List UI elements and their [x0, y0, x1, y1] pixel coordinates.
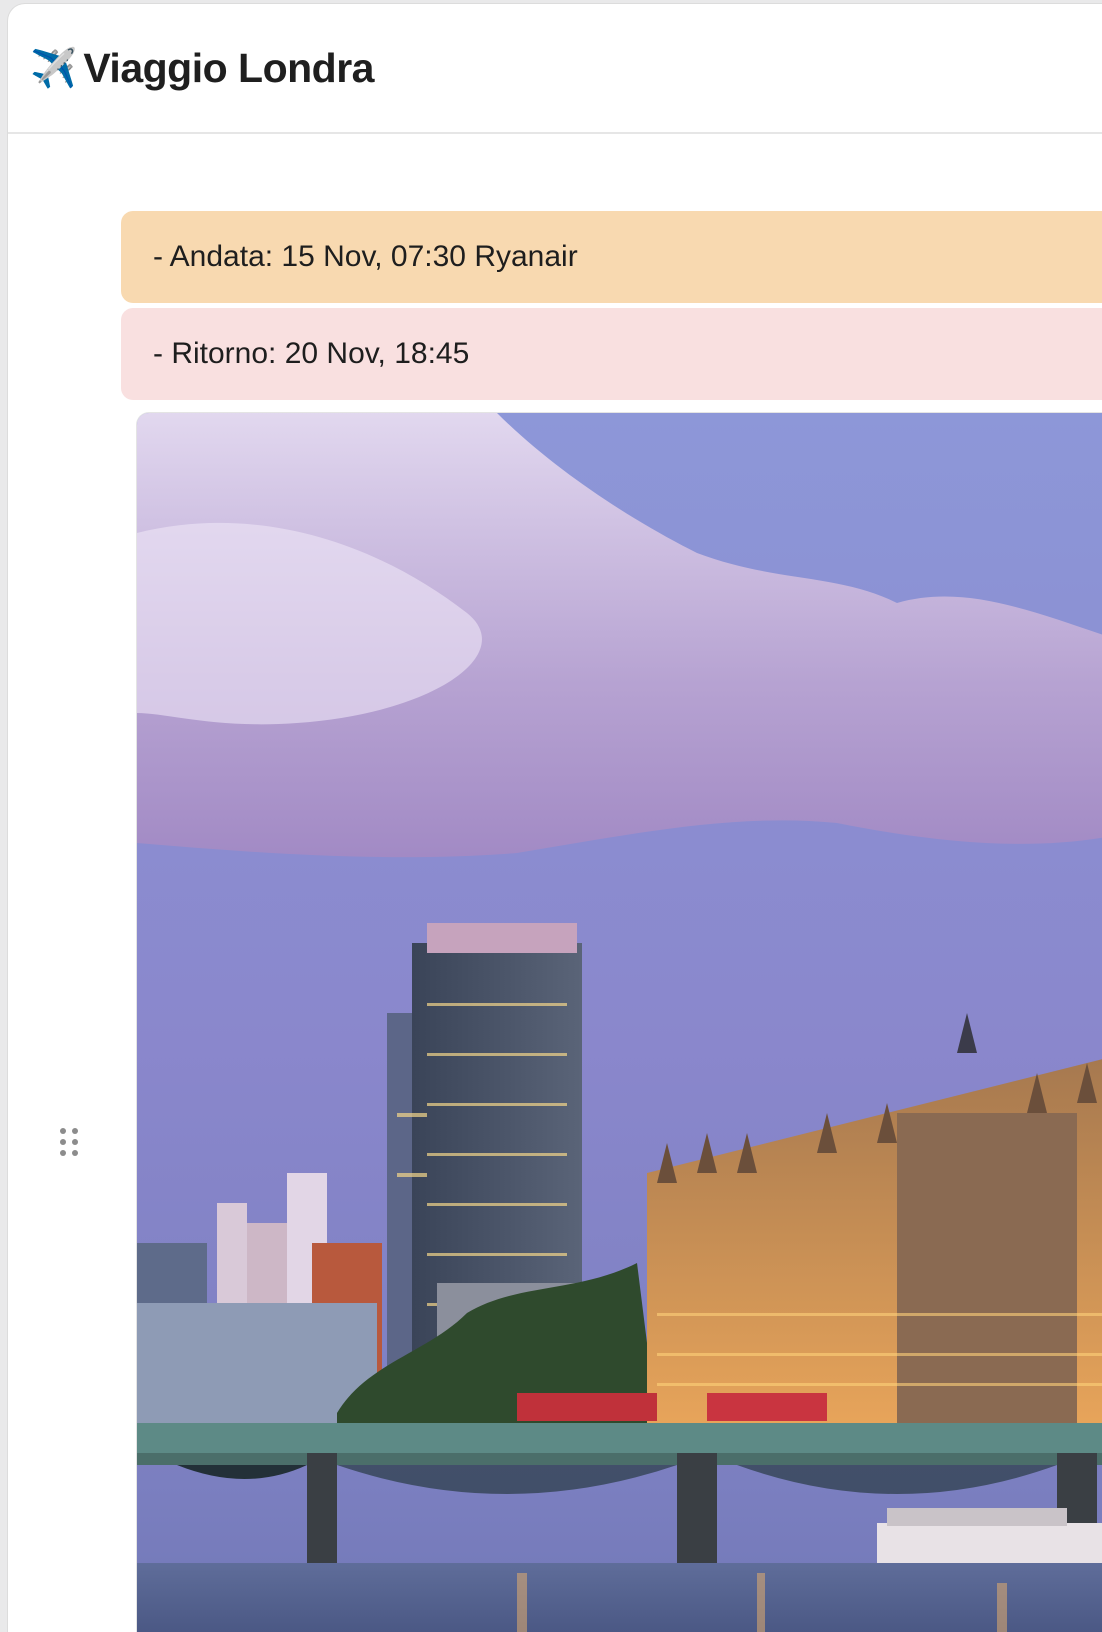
airplane-icon: ✈️: [30, 46, 78, 90]
outbound-flight-text[interactable]: - Andata: 15 Nov, 07:30 Ryanair: [153, 240, 578, 274]
note-window: ✈️ Viaggio Londra - Andata: 15 Nov, 07:3…: [7, 3, 1102, 1632]
page-title[interactable]: Viaggio Londra: [83, 45, 374, 92]
callout-block-return[interactable]: - Ritorno: 20 Nov, 18:45: [121, 308, 1102, 400]
london-westminster-photo[interactable]: [137, 413, 1102, 1632]
drag-handle-icon[interactable]: [60, 1128, 80, 1162]
page-header: ✈️ Viaggio Londra: [8, 4, 1102, 134]
return-flight-text[interactable]: - Ritorno: 20 Nov, 18:45: [153, 337, 469, 371]
callout-block-outbound[interactable]: - Andata: 15 Nov, 07:30 Ryanair: [121, 211, 1102, 303]
page: ✈️ Viaggio Londra - Andata: 15 Nov, 07:3…: [0, 0, 1102, 1632]
